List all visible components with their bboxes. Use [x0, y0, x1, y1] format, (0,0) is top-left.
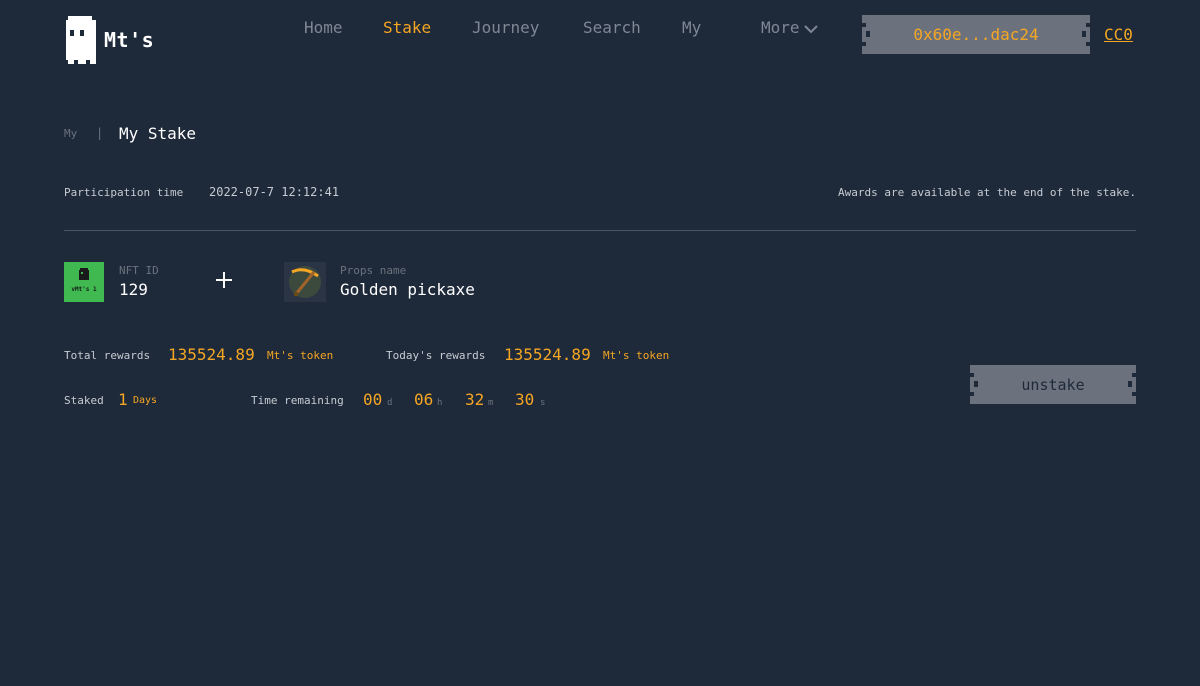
award-availability-note: Awards are available at the end of the s…: [837, 186, 1136, 199]
page-title: My Stake: [119, 124, 197, 143]
today-rewards-unit: Mt's token: [603, 349, 670, 362]
today-rewards-label: Today's rewards: [386, 349, 486, 362]
countdown-minutes-unit: m: [488, 398, 494, 408]
unstake-button[interactable]: unstake: [970, 365, 1136, 404]
nav-home[interactable]: Home: [304, 18, 343, 38]
participation-time-value: 2022-07-7 12:12:41: [209, 185, 340, 199]
nft-ghost-icon: [79, 268, 89, 280]
props-name-value: Golden pickaxe: [340, 280, 475, 299]
breadcrumb-parent[interactable]: My: [64, 127, 77, 140]
section-divider: [64, 230, 1136, 231]
countdown-seconds: 30: [515, 390, 535, 409]
nav-search[interactable]: Search: [583, 18, 641, 38]
staked-days-unit: Days: [133, 395, 158, 406]
staked-label: Staked: [64, 394, 104, 407]
nft-thumbnail: vMt's 1: [64, 262, 104, 302]
wallet-address-button[interactable]: 0x60e...dac24: [862, 15, 1090, 54]
wallet-address: 0x60e...dac24: [913, 25, 1039, 44]
pickaxe-icon: [289, 266, 321, 298]
total-rewards-value: 135524.89: [168, 345, 255, 364]
nft-id-value: 129: [119, 280, 148, 299]
today-rewards-value: 135524.89: [504, 345, 591, 364]
unstake-button-label: unstake: [1021, 375, 1085, 394]
nav-more[interactable]: More: [761, 18, 818, 38]
countdown-days: 00: [363, 390, 383, 409]
total-rewards-unit: Mt's token: [267, 349, 334, 362]
nav-my[interactable]: My: [682, 18, 701, 38]
nav-more-label: More: [761, 18, 800, 37]
brand-name: Mt's: [104, 28, 155, 52]
countdown-hours: 06: [414, 390, 434, 409]
nav-stake[interactable]: Stake: [383, 18, 431, 38]
staked-days-value: 1: [118, 390, 128, 409]
prop-thumbnail: [284, 262, 326, 302]
nft-id-label: NFT ID: [119, 264, 159, 277]
cc0-link[interactable]: CC0: [1104, 26, 1133, 44]
nav-journey[interactable]: Journey: [472, 18, 539, 38]
nft-thumbnail-caption: vMt's 1: [71, 286, 97, 293]
props-name-label: Props name: [340, 264, 407, 277]
participation-time-label: Participation time: [64, 186, 184, 199]
plus-icon: [216, 272, 232, 288]
countdown-days-unit: d: [387, 398, 393, 408]
countdown-minutes: 32: [465, 390, 485, 409]
countdown-seconds-unit: s: [540, 398, 546, 408]
countdown-hours-unit: h: [437, 398, 443, 408]
brand-logo[interactable]: Mt's: [64, 14, 164, 66]
total-rewards-label: Total rewards: [64, 349, 151, 362]
time-remaining-label: Time remaining: [251, 394, 344, 407]
chevron-down-icon: [803, 24, 818, 33]
ghost-logo-icon: [66, 16, 96, 64]
breadcrumb-separator: |: [96, 126, 104, 140]
